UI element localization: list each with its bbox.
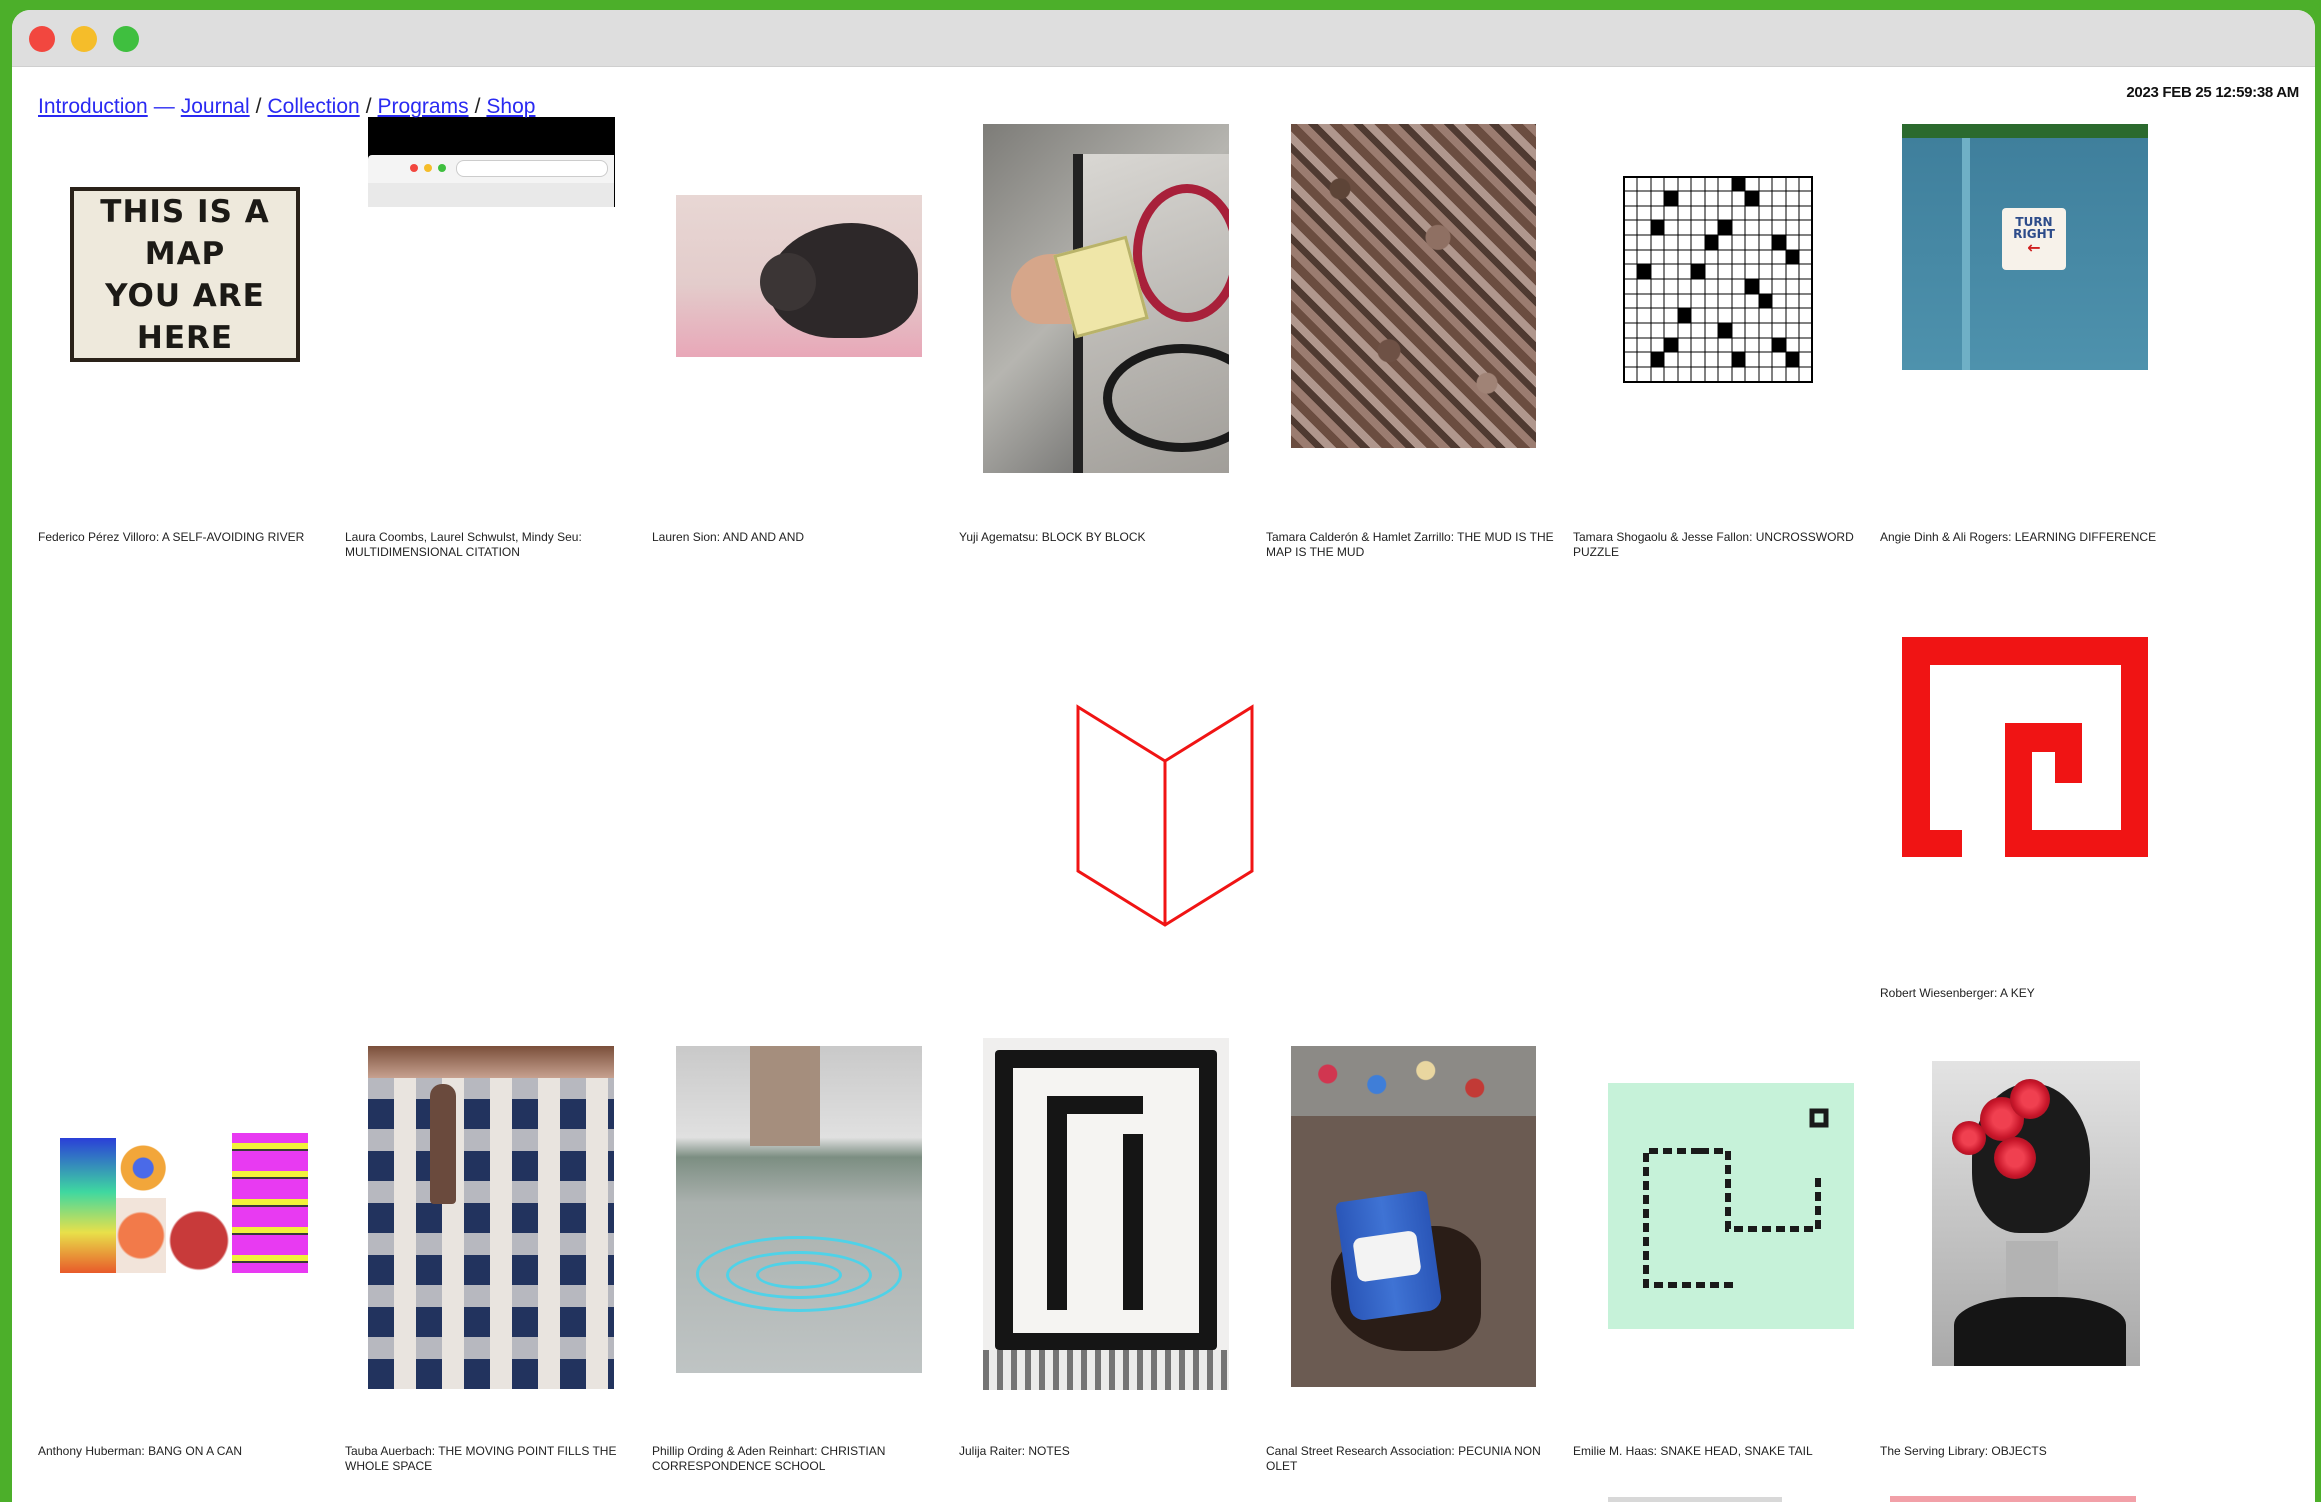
- meander-key-icon: [1902, 637, 2148, 857]
- thumb-christian-correspondence[interactable]: [676, 1046, 922, 1373]
- minimize-window-button[interactable]: [71, 26, 97, 52]
- thumb-notes[interactable]: [983, 1038, 1229, 1390]
- arrow-left-icon: ←: [2027, 238, 2041, 257]
- caption[interactable]: Phillip Ording & Aden Reinhart: CHRISTIA…: [652, 1444, 942, 1474]
- thumb-block-by-block[interactable]: [983, 124, 1229, 473]
- nav-dash: —: [153, 95, 175, 118]
- crossword-grid: [1623, 176, 1813, 383]
- thumb-partial[interactable]: [1890, 1496, 2136, 1502]
- thumb-and-and-and[interactable]: [676, 195, 922, 357]
- thumb-mud-is-the-map[interactable]: [1291, 124, 1536, 448]
- nav-introduction[interactable]: Introduction: [38, 95, 148, 118]
- screen-graphic: [60, 1138, 116, 1273]
- screen-graphic: [232, 1133, 308, 1273]
- caption[interactable]: Angie Dinh & Ali Rogers: LEARNING DIFFER…: [1880, 530, 2170, 545]
- nav-journal[interactable]: Journal: [181, 95, 250, 118]
- thumb-objects[interactable]: [1932, 1061, 2140, 1366]
- clock-readout: 2023 FEB 25 12:59:38 AM: [2126, 84, 2299, 101]
- caption[interactable]: The Serving Library: OBJECTS: [1880, 1444, 2170, 1459]
- screen-graphic: [116, 1138, 184, 1198]
- caption[interactable]: Anthony Huberman: BANG ON A CAN: [38, 1444, 328, 1459]
- snake-icon: [1643, 1108, 1829, 1288]
- caption[interactable]: Julija Raiter: NOTES: [959, 1444, 1249, 1459]
- book-icon-thumb[interactable]: [1070, 693, 1260, 929]
- close-window-button[interactable]: [29, 26, 55, 52]
- open-book-icon: [1076, 704, 1254, 927]
- thumb-learning-difference[interactable]: TURN RIGHT ←: [1902, 124, 2148, 370]
- nav-separator: /: [474, 95, 481, 118]
- caption[interactable]: Yuji Agematsu: BLOCK BY BLOCK: [959, 530, 1249, 545]
- sign-line: MAP: [144, 235, 226, 272]
- thumb-self-avoiding-river[interactable]: THIS IS A MAP YOU ARE HERE: [70, 187, 300, 362]
- thumb-uncrossword-puzzle[interactable]: [1623, 176, 1813, 383]
- nav-separator: /: [255, 95, 262, 118]
- thumb-snake-head-snake-tail[interactable]: [1608, 1083, 1854, 1329]
- sign-line: YOU ARE: [105, 277, 265, 314]
- caption[interactable]: Emilie M. Haas: SNAKE HEAD, SNAKE TAIL: [1573, 1444, 1863, 1459]
- caption[interactable]: Tauba Auerbach: THE MOVING POINT FILLS T…: [345, 1444, 635, 1474]
- caption[interactable]: Tamara Calderón & Hamlet Zarrillo: THE M…: [1266, 530, 1556, 560]
- thumb-partial[interactable]: [1608, 1497, 1782, 1502]
- screen-graphic: [116, 1198, 166, 1273]
- caption[interactable]: Lauren Sion: AND AND AND: [652, 530, 942, 545]
- nav-collection[interactable]: Collection: [267, 95, 359, 118]
- thumb-a-key[interactable]: [1902, 637, 2148, 857]
- main-nav: Introduction — Journal / Collection / Programs…: [38, 95, 535, 119]
- thumb-pecunia-non-olet[interactable]: [1291, 1046, 1536, 1387]
- turn-right-sign: TURN RIGHT ←: [2002, 208, 2066, 270]
- title-bar: [12, 10, 2315, 67]
- nav-separator: /: [365, 95, 372, 118]
- caption[interactable]: Laura Coombs, Laurel Schwulst, Mindy Seu…: [345, 530, 635, 560]
- sign-line: HERE: [136, 319, 234, 356]
- thumb-multidimensional-citation[interactable]: [368, 117, 615, 207]
- caption[interactable]: Canal Street Research Association: PECUN…: [1266, 1444, 1556, 1474]
- thumb-bang-on-a-can[interactable]: [60, 1123, 308, 1273]
- browser-screenshot: [368, 155, 614, 207]
- sign-line: THIS IS A: [100, 193, 270, 230]
- caption[interactable]: Federico Pérez Villoro: A SELF-AVOIDING …: [38, 530, 328, 545]
- caption[interactable]: Robert Wiesenberger: A KEY: [1880, 986, 2170, 1001]
- screen-graphic: [166, 1208, 232, 1273]
- nav-programs[interactable]: Programs: [378, 95, 469, 118]
- browser-window: Introduction — Journal / Collection / Programs…: [12, 10, 2315, 1502]
- thumb-moving-point[interactable]: [368, 1046, 614, 1389]
- caption[interactable]: Tamara Shogaolu & Jesse Fallon: UNCROSSW…: [1573, 530, 1863, 560]
- nav-shop[interactable]: Shop: [486, 95, 535, 118]
- zoom-window-button[interactable]: [113, 26, 139, 52]
